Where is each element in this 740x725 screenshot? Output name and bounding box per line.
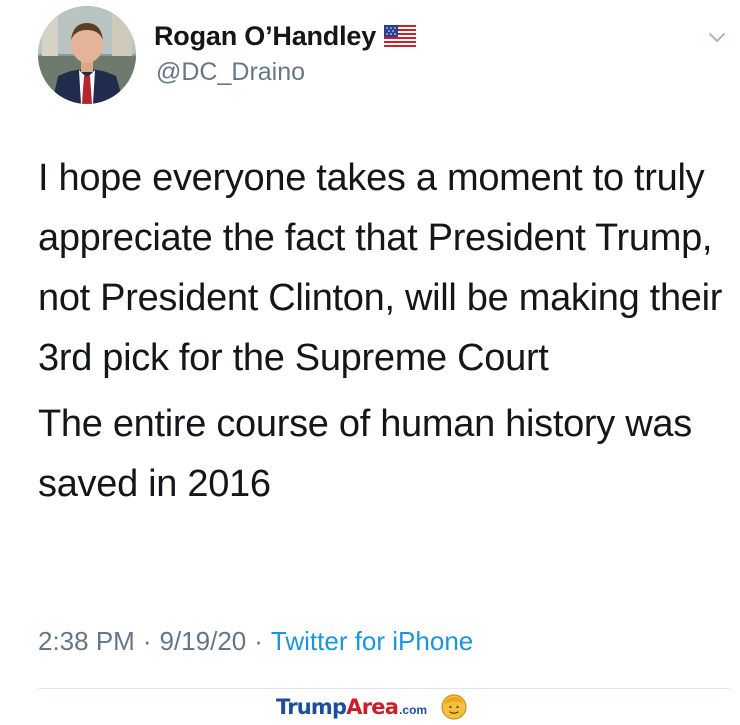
- watermark: Trump Area .com: [276, 694, 467, 720]
- watermark-text: Area: [346, 695, 399, 719]
- tweet-date[interactable]: 9/19/20: [160, 626, 247, 656]
- tweet-source-link[interactable]: Twitter for iPhone: [271, 626, 473, 656]
- meta-separator: ·: [142, 626, 152, 656]
- tweet-meta: 2:38 PM · 9/19/20 · Twitter for iPhone: [38, 626, 473, 657]
- tweet-time[interactable]: 2:38 PM: [38, 626, 135, 656]
- watermark-text: Trump: [276, 695, 347, 719]
- chevron-down-icon[interactable]: [706, 26, 728, 48]
- name-row: Rogan O’Handley: [154, 18, 417, 54]
- user-handle[interactable]: @DC_Draino: [156, 58, 305, 87]
- tweet-text: I hope everyone takes a moment to truly …: [38, 148, 728, 514]
- watermark-text: .com: [399, 703, 428, 717]
- us-flag-icon: [384, 25, 417, 47]
- tweet-paragraph: The entire course of human history was s…: [38, 403, 692, 505]
- divider: [38, 688, 730, 689]
- trump-face-logo-icon: [441, 694, 467, 720]
- meta-separator: ·: [254, 626, 263, 656]
- avatar[interactable]: [38, 6, 136, 104]
- display-name[interactable]: Rogan O’Handley: [154, 21, 376, 52]
- tweet-paragraph: I hope everyone takes a moment to truly …: [38, 157, 723, 379]
